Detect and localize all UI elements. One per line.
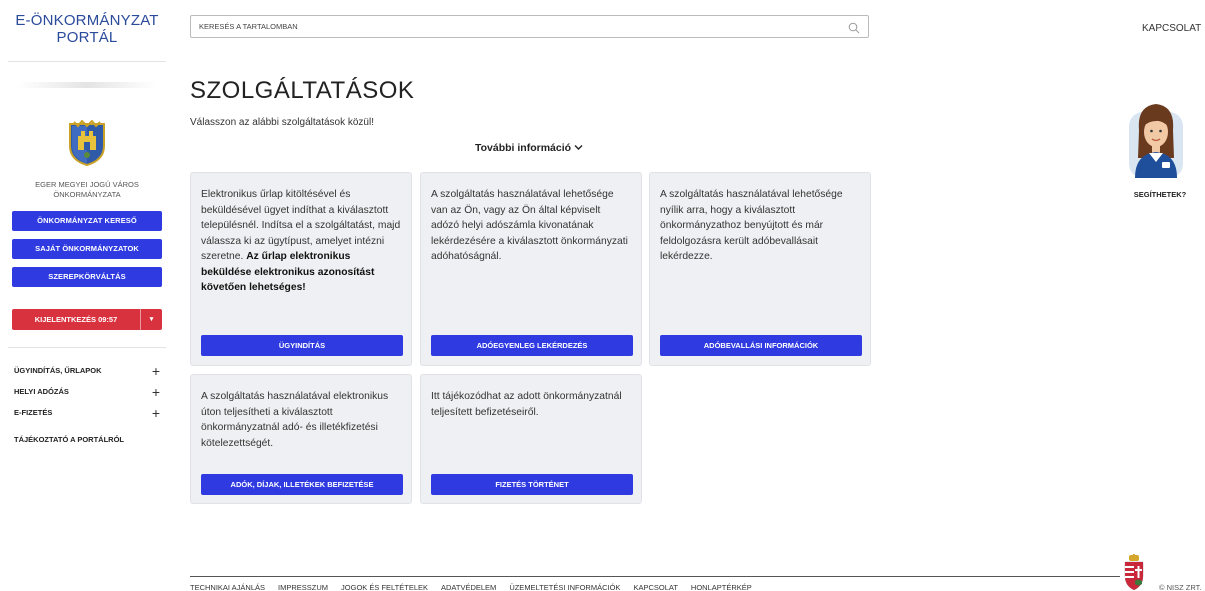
assistant-label[interactable]: SEGÍTHETEK? — [1120, 190, 1200, 199]
divider — [8, 347, 166, 348]
footer-links: TECHNIKAI AJÁNLÁS IMPRESSZUM JOGOK ÉS FE… — [190, 583, 752, 591]
contact-link[interactable]: KAPCSOLAT — [1142, 23, 1201, 34]
logo-line-1: E-ÖNKORMÁNYZAT — [15, 12, 159, 29]
card-description: A szolgáltatás használatával elektroniku… — [201, 391, 389, 449]
municipality-name: EGER MEGYEI JOGÚ VÁROS ÖNKORMÁNYZATA — [0, 180, 174, 200]
footer-link-terms[interactable]: JOGOK ÉS FELTÉTELEK — [341, 583, 428, 591]
plus-icon[interactable]: + — [152, 405, 160, 421]
hungary-coat-of-arms-icon — [1122, 554, 1146, 591]
payment-history-button[interactable]: FIZETÉS TÖRTÉNET — [431, 474, 633, 495]
service-card-tax-payment: A szolgáltatás használatával elektroniku… — [190, 374, 412, 504]
footer-link-technical[interactable]: TECHNIKAI AJÁNLÁS — [190, 583, 265, 591]
tax-balance-button[interactable]: ADÓEGYENLEG LEKÉRDEZÉS — [431, 335, 633, 356]
sidebar-item-label: HELYI ADÓZÁS — [14, 387, 69, 396]
portal-logo[interactable]: E-ÖNKORMÁNYZAT PORTÁL — [0, 12, 174, 46]
logo-line-2: PORTÁL — [56, 29, 118, 46]
card-description: Itt tájékozódhat az adott önkormányzatná… — [431, 391, 622, 418]
page-subtitle: Válasszon az alábbi szolgáltatások közül… — [190, 117, 374, 128]
municipal-crest-icon — [66, 119, 108, 167]
footer-link-privacy[interactable]: ADATVÉDELEM — [441, 583, 496, 591]
footer-link-contact[interactable]: KAPCSOLAT — [633, 583, 677, 591]
sidebar-item-local-tax[interactable]: HELYI ADÓZÁS + — [0, 381, 174, 402]
sidebar-item-e-payment[interactable]: E-FIZETÉS + — [0, 402, 174, 423]
tax-return-info-button[interactable]: ADÓBEVALLÁSI INFORMÁCIÓK — [660, 335, 862, 356]
logout-label[interactable]: KIJELENTKEZÉS 09:57 — [12, 309, 140, 330]
search-input[interactable] — [199, 22, 848, 31]
logout-button[interactable]: KIJELENTKEZÉS 09:57 ▾ — [12, 309, 162, 330]
divider — [8, 61, 166, 62]
user-info-blurred — [18, 82, 156, 88]
tax-payment-button[interactable]: ADÓK, DÍJAK, ILLETÉKEK BEFIZETÉSE — [201, 474, 403, 495]
copyright: © NISZ ZRT. — [1159, 583, 1202, 591]
chevron-down-icon[interactable]: ▾ — [140, 309, 162, 330]
footer-link-imprint[interactable]: IMPRESSZUM — [278, 583, 328, 591]
sidebar-item-label: TÁJÉKOZTATÓ A PORTÁLRÓL — [14, 435, 124, 444]
sidebar-item-portal-info[interactable]: TÁJÉKOZTATÓ A PORTÁLRÓL — [0, 429, 174, 450]
service-card-case-start: Elektronikus űrlap kitöltésével és bekül… — [190, 172, 412, 366]
card-description: Elektronikus űrlap kitöltésével és bekül… — [201, 187, 401, 296]
municipality-name-line-1: EGER MEGYEI JOGÚ VÁROS — [35, 180, 139, 189]
sidebar: E-ÖNKORMÁNYZAT PORTÁL EGER MEGYEI JOGÚ V… — [0, 0, 174, 591]
service-card-tax-balance: A szolgáltatás használatával lehetősége … — [420, 172, 642, 366]
footer-divider — [190, 576, 1120, 577]
more-info-label[interactable]: További információ — [475, 142, 571, 154]
more-info-toggle[interactable]: További információ — [475, 142, 583, 154]
page-title: SZOLGÁLTATÁSOK — [190, 77, 415, 104]
sidebar-item-label: ÜGYINDÍTÁS, ŰRLAPOK — [14, 366, 102, 375]
plus-icon[interactable]: + — [152, 363, 160, 379]
footer-link-sitemap[interactable]: HONLAPTÉRKÉP — [691, 583, 752, 591]
search-icon[interactable] — [848, 21, 860, 33]
case-start-button[interactable]: ÜGYINDÍTÁS — [201, 335, 403, 356]
my-municipalities-button[interactable]: SAJÁT ÖNKORMÁNYZATOK — [12, 239, 162, 259]
search-bar[interactable] — [190, 15, 869, 38]
sidebar-item-label: E-FIZETÉS — [14, 408, 53, 417]
chevron-down-icon[interactable] — [574, 142, 583, 154]
service-card-payment-history: Itt tájékozódhat az adott önkormányzatná… — [420, 374, 642, 504]
municipality-name-line-2: ÖNKORMÁNYZATA — [53, 190, 121, 199]
service-card-tax-return-info: A szolgáltatás használatával lehetősége … — [649, 172, 871, 366]
municipality-search-button[interactable]: ÖNKORMÁNYZAT KERESŐ — [12, 211, 162, 231]
plus-icon[interactable]: + — [152, 384, 160, 400]
sidebar-menu: ÜGYINDÍTÁS, ŰRLAPOK + HELYI ADÓZÁS + E-F… — [0, 360, 174, 450]
role-switch-button[interactable]: SZEREPKÖRVÁLTÁS — [12, 267, 162, 287]
card-description: A szolgáltatás használatával lehetősége … — [431, 189, 628, 262]
card-description: A szolgáltatás használatával lehetősége … — [660, 189, 843, 262]
assistant-avatar-icon[interactable] — [1127, 100, 1185, 180]
footer-link-operation[interactable]: ÜZEMELTETÉSI INFORMÁCIÓK — [509, 583, 620, 591]
sidebar-item-forms[interactable]: ÜGYINDÍTÁS, ŰRLAPOK + — [0, 360, 174, 381]
